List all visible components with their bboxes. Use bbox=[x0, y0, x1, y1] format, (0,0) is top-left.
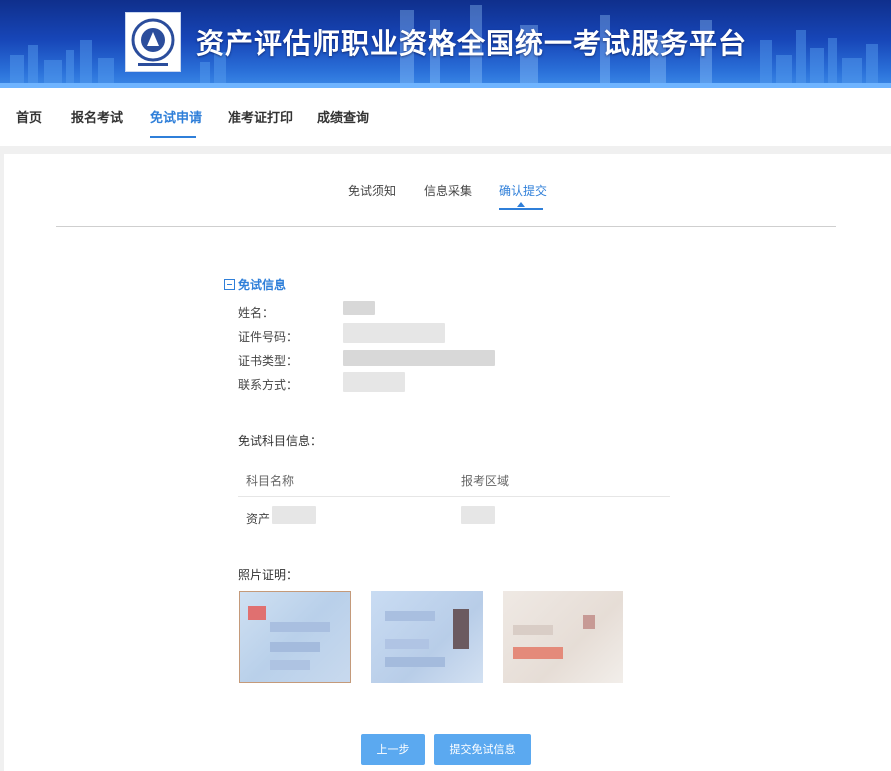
platform-title: 资产评估师职业资格全国统一考试服务平台 bbox=[196, 27, 748, 60]
previous-step-button[interactable]: 上一步 bbox=[361, 734, 425, 765]
step-tabs: 免试须知 信息采集 确认提交 bbox=[4, 182, 891, 212]
column-header-subject-name: 科目名称 bbox=[246, 474, 295, 488]
photo-mark bbox=[453, 609, 469, 649]
step-active-indicator bbox=[499, 208, 543, 210]
photo-mark bbox=[513, 647, 563, 659]
photo-proof-2[interactable] bbox=[371, 591, 483, 683]
subject-name-cell: 资产 bbox=[246, 512, 271, 526]
photos-heading: 照片证明： bbox=[238, 568, 299, 582]
section-icon bbox=[224, 279, 235, 290]
nav-item-admission-ticket[interactable]: 准考证打印 bbox=[228, 107, 293, 126]
photo-mark bbox=[270, 622, 330, 632]
photo-mark bbox=[385, 657, 445, 667]
photo-mark bbox=[513, 625, 553, 635]
field-label-id-number: 证件号码： bbox=[238, 330, 299, 344]
table-row: 资产 bbox=[238, 498, 670, 534]
nav-item-exemption[interactable]: 免试申请 bbox=[150, 107, 202, 126]
step-divider bbox=[56, 226, 836, 227]
header-banner: 资产评估师职业资格全国统一考试服务平台 bbox=[0, 0, 891, 88]
exemption-info-title: 免试信息 bbox=[224, 276, 286, 293]
photo-mark bbox=[385, 611, 435, 621]
step-tab-notice[interactable]: 免试须知 bbox=[348, 182, 396, 199]
nav-item-score-query[interactable]: 成绩查询 bbox=[317, 107, 369, 126]
photo-proof-1[interactable] bbox=[239, 591, 351, 683]
step-tab-info-collection[interactable]: 信息采集 bbox=[424, 182, 472, 199]
field-value-contact-redacted bbox=[343, 372, 405, 392]
field-value-certificate-type-redacted bbox=[343, 350, 495, 366]
photo-mark bbox=[385, 639, 429, 649]
photo-mark bbox=[270, 642, 320, 652]
field-value-name-redacted bbox=[343, 301, 375, 315]
field-label-certificate-type: 证书类型： bbox=[238, 354, 299, 368]
photo-mark bbox=[248, 606, 266, 620]
subject-name-redacted bbox=[272, 506, 316, 524]
exemption-info-title-text: 免试信息 bbox=[238, 278, 287, 292]
nav-item-home[interactable]: 首页 bbox=[16, 107, 42, 126]
field-label-contact: 联系方式： bbox=[238, 378, 299, 392]
column-header-region: 报考区域 bbox=[461, 474, 510, 488]
main-nav: 首页 报名考试 免试申请 准考证打印 成绩查询 bbox=[0, 88, 891, 146]
photo-proof-3[interactable] bbox=[503, 591, 623, 683]
main-panel: 免试须知 信息采集 确认提交 免试信息 姓名： 证件号码： 证书类型： 联系方式… bbox=[4, 154, 891, 771]
step-active-caret-icon bbox=[517, 202, 525, 207]
region-cell-redacted bbox=[461, 506, 495, 524]
photo-mark bbox=[583, 615, 595, 629]
logo bbox=[125, 12, 181, 72]
field-value-id-number-redacted bbox=[343, 323, 445, 343]
logo-emblem-icon bbox=[131, 18, 175, 66]
nav-active-indicator bbox=[150, 136, 196, 138]
subjects-heading: 免试科目信息： bbox=[238, 434, 323, 448]
submit-exemption-button[interactable]: 提交免试信息 bbox=[434, 734, 531, 765]
nav-item-register-exam[interactable]: 报名考试 bbox=[71, 107, 123, 126]
photo-mark bbox=[270, 660, 310, 670]
subjects-table-header: 科目名称 报考区域 bbox=[238, 464, 670, 497]
step-tab-confirm-submit[interactable]: 确认提交 bbox=[499, 182, 547, 199]
field-label-name: 姓名： bbox=[238, 306, 275, 320]
